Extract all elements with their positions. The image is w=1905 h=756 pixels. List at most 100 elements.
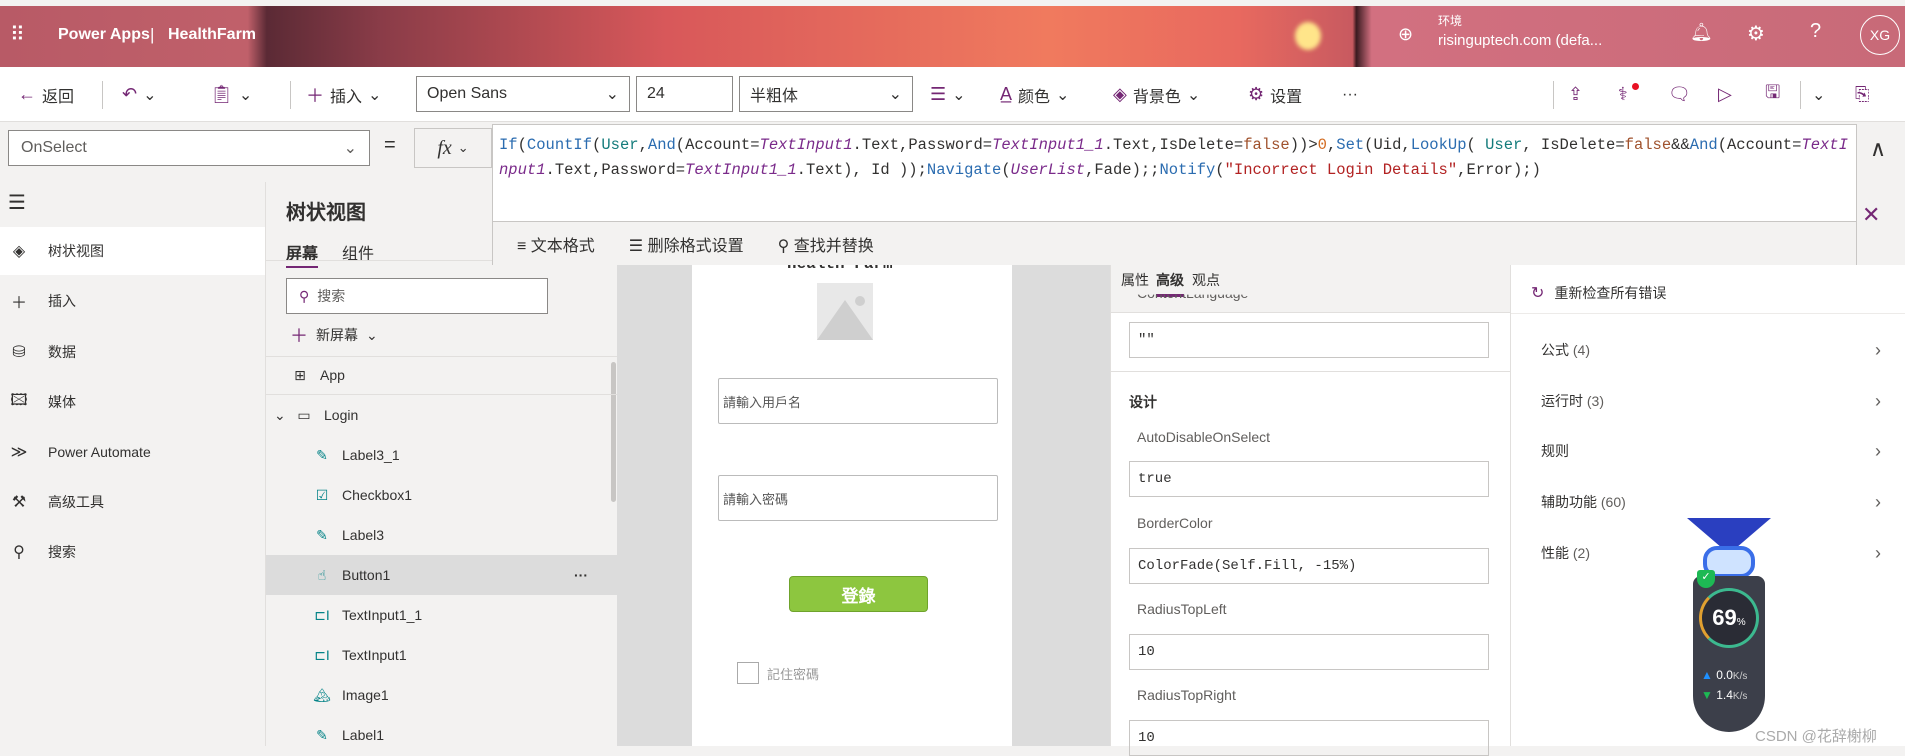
play-icon[interactable]: ▷ <box>1718 67 1732 122</box>
align-button[interactable]: ☰ ⌄ <box>930 67 966 122</box>
tree-item-selected[interactable]: ☝ Button1 ··· <box>266 555 618 595</box>
nav-item-data[interactable]: ⛁ 数据 <box>0 328 265 376</box>
tree-item-app[interactable]: ⊞ App <box>266 355 618 395</box>
tree-item[interactable]: ☑ Checkbox1 <box>266 475 618 515</box>
chevron-right-icon: › <box>1875 391 1881 411</box>
save-icon[interactable]: 🖫 <box>1765 67 1780 122</box>
nav-item-tree-view[interactable]: ◈ 树状视图 <box>0 227 265 275</box>
recheck-button[interactable]: ↻ 重新检查所有错误 <box>1531 283 1666 303</box>
environment-value[interactable]: risinguptech.com (defa... <box>1438 32 1602 49</box>
chevron-down-icon: ⌄ <box>888 86 902 103</box>
insert-button[interactable]: ＋插入 ⌄ <box>306 67 381 122</box>
publish-icon[interactable]: ⎘ <box>1855 67 1869 122</box>
watermark: CSDN @花辞榭柳 <box>1755 728 1877 745</box>
label-icon: ✎ <box>316 727 328 743</box>
image-placeholder-icon[interactable] <box>817 283 873 340</box>
tab-screens[interactable]: 屏幕 <box>286 240 319 268</box>
tree-item[interactable]: ⊏I TextInput1 <box>266 635 618 675</box>
formula-format-bar: ≡ 文本格式 ☰ 删除格式设置 ⚲ 查找并替换 <box>493 221 1856 265</box>
formula-token: , <box>638 136 648 154</box>
password-input[interactable]: 請輸入密碼 <box>718 475 998 521</box>
nav-item-insert[interactable]: ＋插入 <box>0 277 265 325</box>
close-icon[interactable]: ✕ <box>1862 202 1880 228</box>
content-language-input[interactable]: "" <box>1129 322 1489 358</box>
font-family-select[interactable]: Open Sans ⌄ <box>416 76 630 112</box>
remember-checkbox[interactable]: 記住密碼 <box>737 662 819 684</box>
fx-button[interactable]: fx ⌄ <box>414 128 492 168</box>
app-launcher-icon[interactable]: ⠿ <box>10 22 25 47</box>
avatar[interactable]: XG <box>1860 15 1900 55</box>
help-icon[interactable]: ? <box>1810 20 1821 43</box>
login-button[interactable]: 登錄 <box>789 576 928 612</box>
paste-button[interactable]: 📋︎ ⌄ <box>210 67 252 122</box>
back-button[interactable]: ← 返回 <box>18 67 74 122</box>
tree-item[interactable]: ✎ Label3_1 <box>266 435 618 475</box>
divider <box>1553 81 1554 109</box>
clipboard-icon: 📋︎ <box>210 84 233 104</box>
collapse-formula-icon[interactable]: ∧ <box>1870 136 1886 162</box>
formula-token: TextInput1_1 <box>685 160 797 179</box>
formula-token: (Uid, <box>1364 136 1411 154</box>
fill-icon: ◈ <box>1113 84 1127 104</box>
chevron-down-icon: ⌄ <box>274 406 286 423</box>
font-size-input[interactable]: 24 <box>636 76 733 112</box>
tree-item[interactable]: ✎ Label1 <box>266 715 618 755</box>
chevron-down-icon[interactable]: ⌄ <box>1812 67 1825 122</box>
app-checker-icon[interactable]: ⚕ <box>1618 67 1639 122</box>
format-text-button[interactable]: ≡ 文本格式 <box>517 232 595 256</box>
color-button[interactable]: A̲ 颜色 ⌄ <box>1000 67 1069 122</box>
more-button[interactable]: ··· <box>1342 67 1358 122</box>
chevron-right-icon: › <box>1875 492 1881 512</box>
chevron-down-icon: ⌄ <box>366 326 378 343</box>
fill-button[interactable]: ◈ 背景色 ⌄ <box>1113 67 1200 122</box>
app-name[interactable]: Power Apps <box>58 26 150 44</box>
app-icon: ⊞ <box>294 366 306 383</box>
gear-icon[interactable]: ⚙ <box>1747 21 1765 46</box>
formula-token: , IsDelete= <box>1522 136 1625 154</box>
undo-icon: ↶ <box>122 84 138 104</box>
tree-item[interactable]: ✎ Label3 <box>266 515 618 555</box>
radius-top-left-input[interactable]: 10 <box>1129 634 1489 670</box>
tab-advanced[interactable]: 高级 <box>1156 270 1184 297</box>
tree-item[interactable]: 🏔︎ Image1 <box>266 675 618 715</box>
radius-top-right-input[interactable]: 10 <box>1129 720 1489 756</box>
property-select[interactable]: OnSelect ⌄ <box>8 130 370 166</box>
nav-item-advanced-tools[interactable]: ⚒ 高级工具 <box>0 478 265 526</box>
font-weight-select[interactable]: 半粗体 ⌄ <box>739 76 913 112</box>
comment-icon[interactable]: 🗨︎ <box>1668 67 1691 122</box>
bell-icon[interactable]: 🔔︎ <box>1690 22 1713 43</box>
tree-item-login[interactable]: ⌄ ▭ Login <box>266 395 618 435</box>
formula-code[interactable]: If(CountIf(User,And(Account=TextInput1.T… <box>499 133 1849 182</box>
tree-search-input[interactable]: ⚲ 搜索 <box>286 278 548 314</box>
formula-token: ,Fade);; <box>1085 160 1160 179</box>
plus-icon: ＋ <box>290 326 308 346</box>
tree-item[interactable]: ⊏I TextInput1_1 <box>266 595 618 635</box>
checker-item-formulas[interactable]: 公式 (4) › <box>1541 340 1881 361</box>
tab-properties[interactable]: 属性 <box>1121 270 1149 290</box>
formula-token: ( <box>517 136 527 154</box>
formula-editor[interactable]: If(CountIf(User,And(Account=TextInput1.T… <box>492 124 1857 265</box>
nav-item-power-automate[interactable]: ≫ Power Automate <box>0 428 265 476</box>
formula-token: And <box>647 136 676 154</box>
nav-item-search[interactable]: ⚲ 搜索 <box>0 528 265 576</box>
username-input[interactable]: 請輸入用戶名 <box>718 378 998 424</box>
hamburger-menu-icon[interactable]: ☰ <box>8 190 26 215</box>
share-icon[interactable]: ⇪ <box>1568 67 1583 122</box>
auto-disable-input[interactable]: true <box>1129 461 1489 497</box>
checker-item-runtime[interactable]: 运行时 (3) › <box>1541 391 1881 412</box>
new-screen-button[interactable]: ＋新屏幕 ⌄ <box>290 322 378 348</box>
remove-format-button[interactable]: ☰ 删除格式设置 <box>629 232 744 256</box>
network-monitor-widget[interactable]: 69% ▲ 0.0K/s ▼ 1.4K/s ✓ <box>1687 518 1771 732</box>
download-speed: ▼ 1.4K/s <box>1701 688 1748 702</box>
tab-ideas[interactable]: 观点 <box>1192 270 1220 290</box>
more-options-icon[interactable]: ··· <box>574 567 588 583</box>
border-color-input[interactable]: ColorFade(Self.Fill, -15%) <box>1129 548 1489 584</box>
checker-item-rules[interactable]: 规则 › <box>1541 441 1881 462</box>
settings-button[interactable]: ⚙ 设置 <box>1248 67 1302 122</box>
nav-item-media[interactable]: 🖾 媒体 <box>0 378 265 426</box>
checker-item-accessibility[interactable]: 辅助功能 (60) › <box>1541 492 1881 513</box>
find-replace-button[interactable]: ⚲ 查找并替换 <box>778 232 874 256</box>
notification-dot <box>1632 83 1639 90</box>
screen-login[interactable]: Health Farm 請輸入用戶名 請輸入密碼 登錄 記住密碼 <box>692 255 1012 746</box>
undo-button[interactable]: ↶ ⌄ <box>122 67 157 122</box>
